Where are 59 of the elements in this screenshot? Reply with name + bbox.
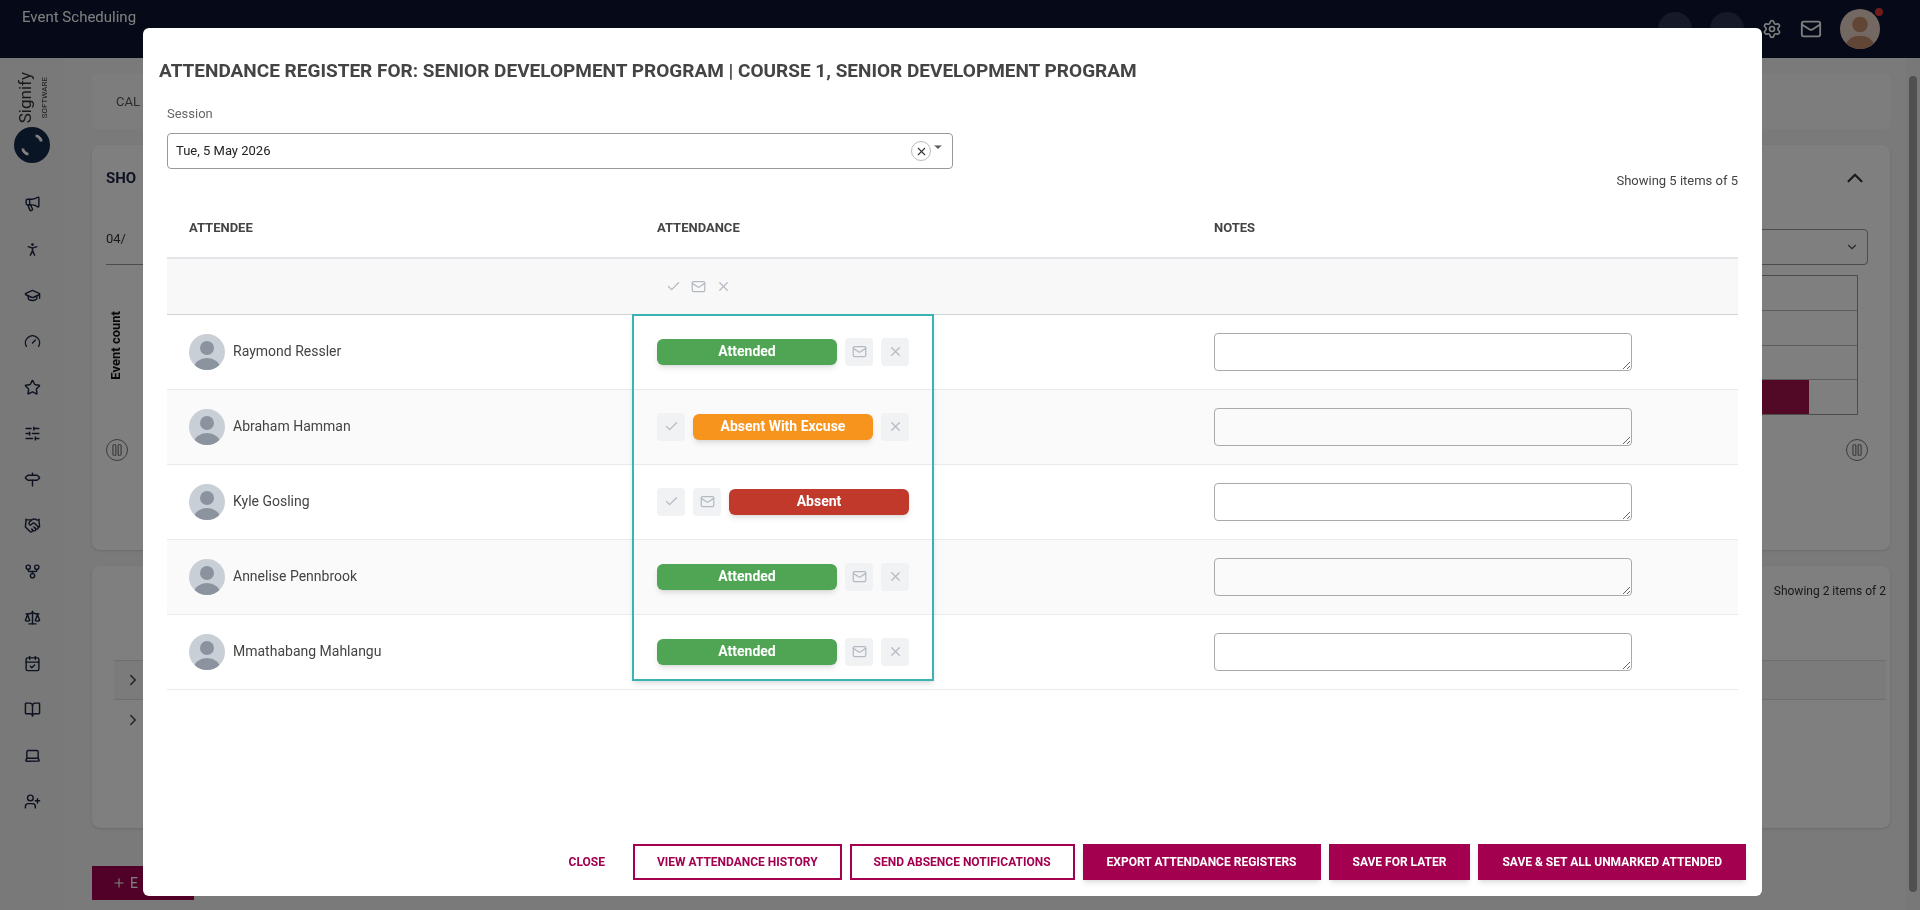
item-count: Showing 2 items of 2: [1773, 583, 1886, 600]
avatar: [189, 558, 225, 595]
column-header: NOTES: [1213, 218, 1257, 237]
logo-tagline: SOFTWARE: [38, 77, 50, 119]
notes-field[interactable]: [1214, 332, 1632, 371]
avatar: [189, 483, 225, 520]
app-title: Event Scheduling: [22, 6, 137, 28]
user-plus-icon[interactable]: [23, 793, 41, 811]
notes-field[interactable]: [1214, 407, 1632, 446]
session-select[interactable]: Tue, 5 May 2026: [167, 133, 953, 169]
logo-name: Signify: [14, 72, 37, 124]
avatar: [189, 408, 225, 445]
check-button[interactable]: [657, 487, 685, 516]
modal-title: ATTENDANCE REGISTER FOR: SENIOR DEVELOPMENT PROGRAM | COURSE 1, SENIOR DEVELOPMENT PROGRAM: [159, 58, 1137, 84]
mail-icon[interactable]: [1800, 18, 1822, 40]
item-count: Showing 5 items of 5: [1616, 172, 1738, 190]
user-avatar[interactable]: [1840, 9, 1880, 49]
footer-button[interactable]: CLOSE: [548, 844, 625, 880]
mail-icon: [699, 494, 715, 509]
megaphone-icon[interactable]: [23, 195, 41, 213]
star-icon[interactable]: [23, 379, 41, 397]
attendance-status-button[interactable]: Absent: [729, 488, 909, 515]
laptop-icon[interactable]: [23, 747, 41, 765]
tab[interactable]: CAL: [116, 91, 140, 112]
footer-button[interactable]: SAVE FOR LATER: [1328, 844, 1471, 880]
fork-icon[interactable]: [23, 563, 41, 581]
sliders-icon[interactable]: [23, 425, 41, 443]
plus-icon: [112, 876, 126, 890]
card-title: SHO: [106, 167, 137, 189]
book-icon[interactable]: [23, 701, 41, 719]
mail-icon: [851, 644, 867, 659]
field-label: Session: [167, 104, 214, 123]
handshake-icon[interactable]: [23, 517, 41, 535]
attendee-name: Kyle Gosling: [233, 492, 310, 511]
avatar: [189, 633, 225, 670]
check-button[interactable]: [657, 412, 685, 441]
footer-button[interactable]: SAVE & SET ALL UNMARKED ATTENDED: [1478, 844, 1746, 880]
signpost-icon[interactable]: [23, 471, 41, 489]
settings-icon[interactable]: [1762, 19, 1782, 39]
attendee-name: Annelise Pennbrook: [233, 567, 358, 586]
mail-icon: [851, 344, 867, 359]
avatar: [189, 333, 225, 370]
calendar-check-icon[interactable]: [23, 655, 41, 673]
attendee-name: Raymond Ressler: [233, 342, 342, 361]
notes-field[interactable]: [1214, 557, 1632, 596]
footer-button[interactable]: SEND ABSENCE NOTIFICATIONS: [849, 844, 1075, 880]
scrollbar[interactable]: [1906, 58, 1920, 910]
mail-icon: [851, 569, 867, 584]
axis-label: Event count: [107, 310, 124, 380]
column-header: ATTENDEE: [188, 218, 254, 237]
footer-button[interactable]: VIEW ATTENDANCE HISTORY: [632, 844, 842, 880]
attendee-name: Abraham Hamman: [233, 417, 351, 436]
notes-field[interactable]: [1214, 632, 1632, 671]
notes-field[interactable]: [1214, 482, 1632, 521]
column-header: ATTENDANCE: [656, 218, 741, 237]
footer-button[interactable]: EXPORT ATTENDANCE REGISTERS: [1082, 844, 1321, 880]
scale-icon[interactable]: [23, 609, 41, 627]
attendee-name: Mmathabang Mahlangu: [233, 642, 382, 661]
logo-icon: [14, 127, 50, 164]
